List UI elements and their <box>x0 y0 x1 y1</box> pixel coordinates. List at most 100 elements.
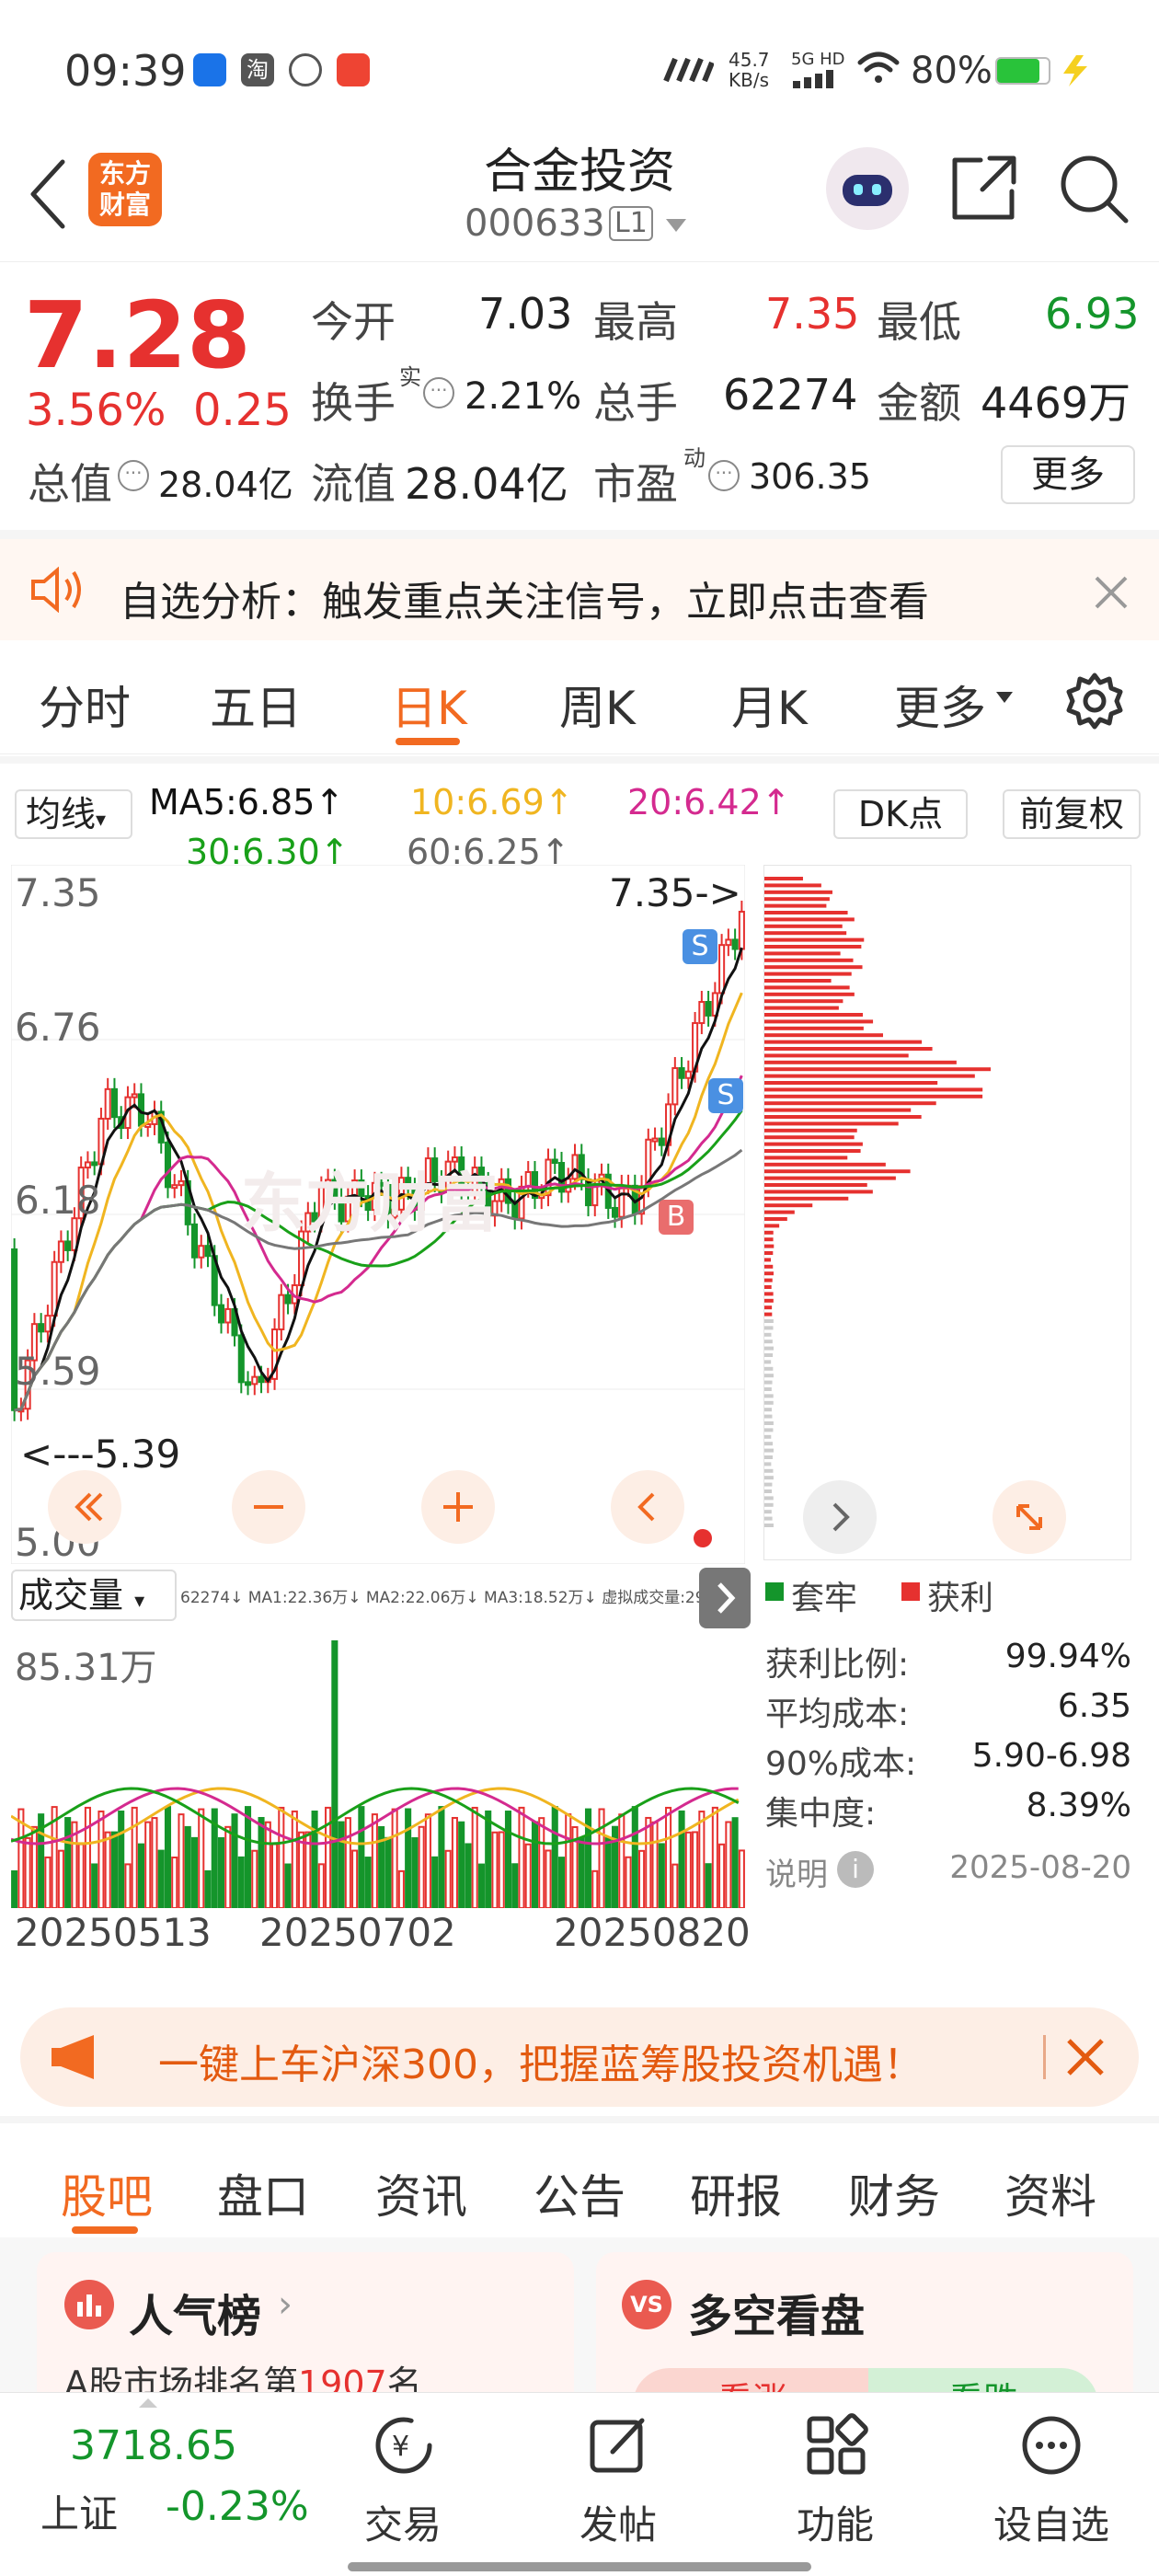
index-name[interactable]: 上证 <box>40 2483 118 2539</box>
turnover-sup: 实 <box>399 364 421 390</box>
nav-post[interactable]: 发帖 <box>580 2494 657 2550</box>
chip-date: 2025-08-20 <box>949 1849 1131 1886</box>
more-button[interactable]: 更多 <box>1001 445 1135 504</box>
adjust-selector[interactable]: 前复权 <box>1003 789 1141 839</box>
expand-icon[interactable] <box>993 1480 1066 1554</box>
chip-distribution-chart[interactable] <box>763 865 1131 1560</box>
volume-label: 总手 <box>593 378 678 428</box>
kline-chart[interactable]: 7.35 6.76 6.18 5.59 5.00 7.35-> <---5.39… <box>10 864 746 1565</box>
gear-icon[interactable] <box>1065 672 1124 730</box>
volume-bar <box>171 1857 178 1908</box>
tab-announcement[interactable]: 公告 <box>534 2160 625 2226</box>
search-icon[interactable] <box>1058 153 1131 226</box>
expand-right-button[interactable] <box>699 1568 751 1628</box>
status-time: 09:39 <box>64 46 187 96</box>
chip-stats: 套牢 获利 获利比例: 99.94% 平均成本: 6.35 90%成本: 5.9… <box>763 1562 1131 1893</box>
volume-bar <box>244 1806 252 1908</box>
chip-note[interactable]: 说明 <box>765 1849 828 1894</box>
chip-bar <box>764 897 830 902</box>
index-value[interactable]: 3718.65 <box>70 2422 237 2469</box>
chip-bar <box>764 1434 772 1439</box>
tab-news[interactable]: 资讯 <box>375 2160 467 2226</box>
zoom-out-button[interactable] <box>232 1470 305 1544</box>
close-icon[interactable] <box>1065 2037 1106 2077</box>
chip-bar <box>764 1115 922 1119</box>
tab-research[interactable]: 研报 <box>690 2160 782 2226</box>
chip-bar <box>764 890 832 894</box>
chip-bar <box>764 1013 863 1017</box>
more-dots-icon[interactable] <box>1019 2413 1084 2478</box>
candle <box>571 1154 579 1180</box>
info-icon[interactable]: i <box>837 1851 874 1888</box>
stock-code[interactable]: 000633 <box>465 202 605 245</box>
level-badge[interactable]: L1 <box>609 206 653 241</box>
volume-bar <box>438 1806 445 1908</box>
zoom-in-button[interactable] <box>421 1470 495 1544</box>
chip-bar <box>764 1346 774 1351</box>
dk-point-selector[interactable]: DK点 <box>833 789 968 839</box>
info-dots-icon[interactable]: ··· <box>423 377 454 408</box>
tab-profile[interactable]: 资料 <box>1004 2160 1096 2226</box>
close-icon[interactable] <box>1093 574 1130 611</box>
chip-bar <box>764 1040 923 1044</box>
vs-title: 多空看盘 <box>688 2291 866 2342</box>
volume-bar <box>578 1836 585 1908</box>
date-label: 20250820 <box>554 1910 751 1955</box>
open-value: 7.03 <box>478 289 573 339</box>
chip-bar <box>764 1312 773 1317</box>
y-axis-label: 5.59 <box>15 1349 101 1394</box>
tab-more[interactable]: 更多 <box>894 672 986 738</box>
volume-bar <box>57 1849 64 1908</box>
volume-selector[interactable]: 成交量 ▾ <box>11 1570 177 1621</box>
nav-trade[interactable]: 交易 <box>364 2494 442 2550</box>
nav-add-watchlist[interactable]: 设自选 <box>993 2494 1109 2550</box>
tab-five-day[interactable]: 五日 <box>210 672 302 738</box>
code-dropdown-icon[interactable] <box>664 217 688 237</box>
analysis-banner[interactable]: 自选分析：触发重点关注信号，立即点击查看 <box>0 530 1159 640</box>
info-dots-icon[interactable]: ··· <box>708 460 740 491</box>
sell-signal-tag[interactable]: S <box>683 929 717 964</box>
share-icon[interactable] <box>947 151 1021 224</box>
active-tab-indicator <box>72 2226 138 2234</box>
tab-intraday[interactable]: 分时 <box>39 672 131 738</box>
megaphone-icon <box>48 2033 107 2081</box>
candle <box>204 1245 212 1258</box>
chip-bar <box>764 1414 773 1419</box>
candle <box>237 1334 245 1384</box>
next-button[interactable] <box>803 1480 877 1554</box>
candle <box>698 1001 706 1025</box>
candle <box>524 1170 532 1188</box>
nav-function[interactable]: 功能 <box>797 2494 874 2550</box>
volume-bar <box>258 1817 265 1908</box>
amount-label: 金额 <box>877 378 961 428</box>
apps-grid-icon[interactable] <box>804 2413 868 2478</box>
tab-weekly-k[interactable]: 周K <box>559 672 636 738</box>
chip-bar <box>764 1047 933 1051</box>
volume-bar <box>584 1808 592 1908</box>
chevron-down-icon[interactable] <box>995 690 1014 707</box>
pe-sup: 动 <box>683 445 706 471</box>
pe-label: 市盈 <box>593 459 678 509</box>
trade-icon[interactable]: ¥ <box>372 2413 436 2478</box>
ma-selector[interactable]: 均线▾ <box>15 789 132 839</box>
chip-bar <box>764 1353 774 1357</box>
sell-signal-tag[interactable]: S <box>708 1078 743 1113</box>
tab-daily-k[interactable]: 日K <box>391 672 467 738</box>
tab-monthly-k[interactable]: 月K <box>731 672 808 738</box>
buy-signal-tag[interactable]: B <box>659 1200 694 1235</box>
chip-stat-label: 90%成本: <box>765 1745 917 1783</box>
tab-pankou[interactable]: 盘口 <box>217 2160 309 2226</box>
info-dots-icon[interactable]: ··· <box>118 460 149 491</box>
index-change[interactable]: -0.23% <box>166 2483 309 2530</box>
post-icon[interactable] <box>587 2413 651 2478</box>
volume-bar <box>645 1816 652 1908</box>
volume-bar <box>291 1810 298 1908</box>
volume-bar <box>725 1821 732 1908</box>
assistant-robot-icon[interactable] <box>826 147 909 230</box>
promo-banner[interactable]: 一键上车沪深300，把握蓝筹股投资机遇！ <box>20 2007 1139 2107</box>
rewind-button[interactable] <box>48 1470 121 1544</box>
tab-finance[interactable]: 财务 <box>848 2160 940 2226</box>
scroll-left-button[interactable] <box>611 1470 684 1544</box>
tab-guba[interactable]: 股吧 <box>61 2160 153 2226</box>
chip-stat-label: 集中度: <box>765 1795 877 1833</box>
